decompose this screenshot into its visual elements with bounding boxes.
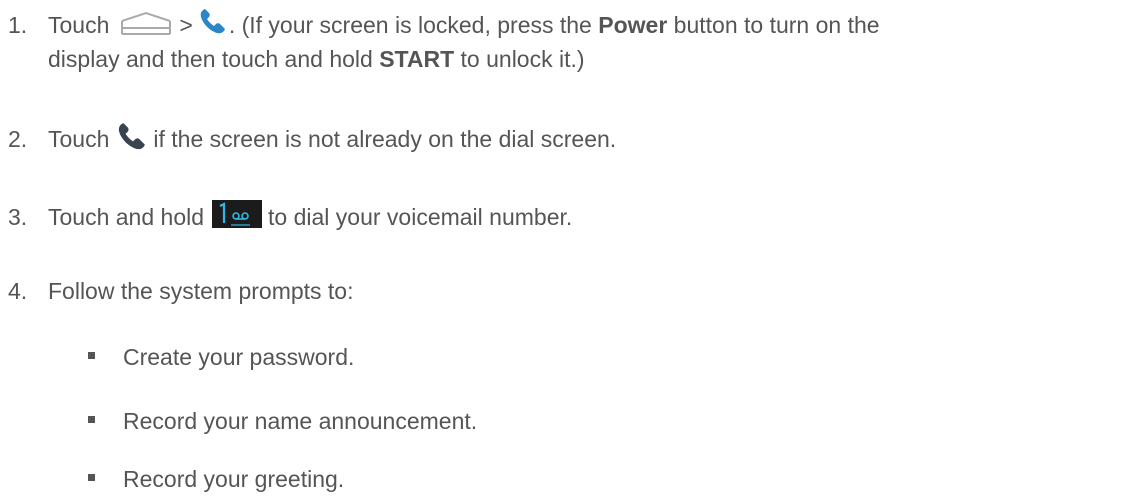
bullet-text: Create your password. <box>123 344 355 370</box>
bullet-icon <box>88 352 95 360</box>
step-3-touch: Touch and hold <box>48 204 205 230</box>
bullet-icon <box>88 474 95 482</box>
step-text: Follow the system prompts to: <box>48 278 354 304</box>
step-1-line2-a: display and then touch and hold <box>48 46 380 72</box>
step-number: 2. <box>8 126 28 152</box>
home-icon <box>119 11 173 37</box>
step-3: 3. Touch and hold to dial your voicemail … <box>8 199 1118 234</box>
step-text: Touch > . (If your screen is locked, press… <box>48 8 1118 76</box>
step-1-line2-b: to unlock it.) <box>454 46 585 72</box>
step-text: Touch and hold to dial your voicemail num… <box>48 199 1118 234</box>
list-item: Create your password. <box>88 340 354 374</box>
step-number: 3. <box>8 204 28 230</box>
step-3-text: to dial your voicemail number. <box>268 204 573 230</box>
bullet-icon <box>88 416 95 424</box>
step-2-text: if the screen is not already on the dial… <box>153 126 617 152</box>
bullet-text: Record your greeting. <box>123 466 345 492</box>
step-1-text-a: . (If your screen is locked, press the <box>228 12 599 38</box>
power-label: Power <box>598 12 668 38</box>
start-label: START <box>379 46 455 72</box>
voicemail-key-icon <box>212 199 263 228</box>
step-4: 4. Follow the system prompts to: <box>8 274 1118 308</box>
list-item: Record your name announcement. <box>88 404 477 438</box>
step-1-text-b: button to turn on the <box>667 12 880 38</box>
step-number: 4. <box>8 278 28 304</box>
step-1-touch: Touch <box>48 12 110 38</box>
step-2-touch: Touch <box>48 126 110 152</box>
step-1-separator: > <box>179 12 193 38</box>
step-number: 1. <box>8 12 28 38</box>
step-text: Touch if the screen is not already on the… <box>48 122 1118 156</box>
phone-icon <box>117 121 147 151</box>
phone-icon <box>199 7 227 35</box>
instruction-document: 1. Touch > . (If your screen is locked, pr… <box>0 0 1127 501</box>
step-1: 1. Touch > . (If your screen is locked, pr… <box>8 8 1118 76</box>
bullet-text: Record your name announcement. <box>123 408 478 434</box>
step-2: 2. Touch if the screen is not already on … <box>8 122 1118 156</box>
list-item: Record your greeting. <box>88 462 344 496</box>
